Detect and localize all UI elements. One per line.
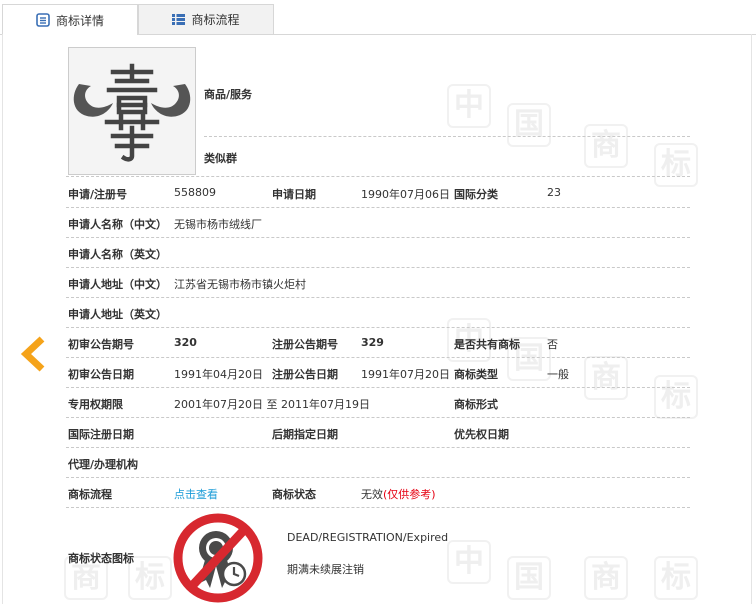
- tm-type-value: 一般: [547, 368, 569, 381]
- prelim-pub-no-value: 320: [174, 336, 197, 349]
- watermark: 商: [584, 556, 628, 600]
- applicant-en-label: 申请人名称（英文）: [68, 248, 167, 261]
- divider: [66, 267, 690, 268]
- previous-arrow-icon[interactable]: [18, 334, 48, 374]
- watermark: 国: [507, 556, 551, 600]
- similar-group-label: 类似群: [204, 152, 237, 165]
- process-label: 商标流程: [68, 488, 112, 501]
- divider: [66, 477, 690, 478]
- status-text: 无效: [361, 488, 383, 501]
- apply-date-value: 1990年07月06日: [361, 188, 450, 201]
- shared-tm-label: 是否共有商标: [454, 338, 520, 351]
- reg-no-value: 558809: [174, 186, 216, 199]
- reg-no-label: 申请/注册号: [68, 188, 128, 201]
- prelim-pub-date-label: 初审公告日期: [68, 368, 134, 381]
- address-en-label: 申请人地址（英文）: [68, 308, 167, 321]
- prelim-pub-no-label: 初审公告期号: [68, 338, 134, 351]
- watermark: 中: [447, 84, 491, 128]
- list-icon: [172, 14, 186, 25]
- tm-type-label: 商标类型: [454, 368, 498, 381]
- tab-label: 商标详情: [55, 13, 104, 28]
- status-label: 商标状态: [272, 488, 316, 501]
- intl-class-value: 23: [547, 186, 561, 199]
- watermark: 标: [654, 556, 698, 600]
- view-process-link[interactable]: 点击查看: [174, 486, 218, 502]
- priority-date-label: 优先权日期: [454, 428, 509, 441]
- later-date-label: 后期指定日期: [272, 428, 338, 441]
- address-cn-value: 江苏省无锡市杨市镇火炬村: [174, 278, 306, 291]
- trademark-logo-icon: [69, 48, 195, 174]
- address-cn-label: 申请人地址（中文）: [68, 278, 167, 291]
- status-value: 无效(仅供参考): [361, 486, 436, 502]
- divider: [66, 327, 690, 328]
- tm-form-label: 商标形式: [454, 398, 498, 411]
- goods-services-label: 商品/服务: [204, 88, 253, 101]
- prelim-pub-date-value: 1991年04月20日: [174, 368, 263, 381]
- divider: [66, 357, 690, 358]
- divider: [66, 387, 690, 388]
- tab-trademark-process[interactable]: 商标流程: [138, 4, 274, 34]
- reg-pub-no-label: 注册公告期号: [272, 338, 338, 351]
- status-icon-label: 商标状态图标: [68, 552, 134, 565]
- agency-label: 代理/办理机构: [68, 458, 139, 471]
- tab-bar: 商标详情 商标流程: [0, 0, 756, 35]
- exclusive-period-value: 2001年07月20日 至 2011年07月19日: [174, 398, 370, 411]
- divider: [66, 507, 690, 508]
- divider: [66, 447, 690, 448]
- expired-registration-icon: [173, 513, 263, 603]
- shared-tm-value: 否: [547, 338, 558, 351]
- applicant-cn-value: 无锡市杨市绒线厂: [174, 218, 262, 231]
- divider: [66, 417, 690, 418]
- watermark: 国: [507, 103, 551, 147]
- intl-class-label: 国际分类: [454, 188, 498, 201]
- divider: [66, 176, 690, 177]
- watermark: 标: [654, 143, 698, 187]
- apply-date-label: 申请日期: [272, 188, 316, 201]
- status-cn-text: 期满未续展注销: [287, 563, 364, 576]
- tab-label: 商标流程: [191, 13, 240, 27]
- divider: [66, 297, 690, 298]
- intl-reg-date-label: 国际注册日期: [68, 428, 134, 441]
- watermark: 商: [584, 356, 628, 400]
- watermark: 商: [584, 124, 628, 168]
- divider: [204, 136, 690, 137]
- exclusive-period-label: 专用权期限: [68, 398, 123, 411]
- divider: [66, 237, 690, 238]
- tab-trademark-details[interactable]: 商标详情: [2, 4, 138, 35]
- trademark-image[interactable]: [68, 47, 196, 175]
- reg-pub-no-value: 329: [361, 336, 384, 349]
- divider: [66, 207, 690, 208]
- status-note: (仅供参考): [383, 488, 436, 501]
- watermark: 中: [447, 540, 491, 584]
- applicant-cn-label: 申请人名称（中文）: [68, 218, 167, 231]
- watermark: 标: [654, 375, 698, 419]
- watermark: 标: [128, 556, 172, 600]
- reg-pub-date-label: 注册公告日期: [272, 368, 338, 381]
- document-icon: [36, 13, 50, 27]
- status-en-text: DEAD/REGISTRATION/Expired: [287, 531, 449, 544]
- reg-pub-date-value: 1991年07月20日: [361, 368, 450, 381]
